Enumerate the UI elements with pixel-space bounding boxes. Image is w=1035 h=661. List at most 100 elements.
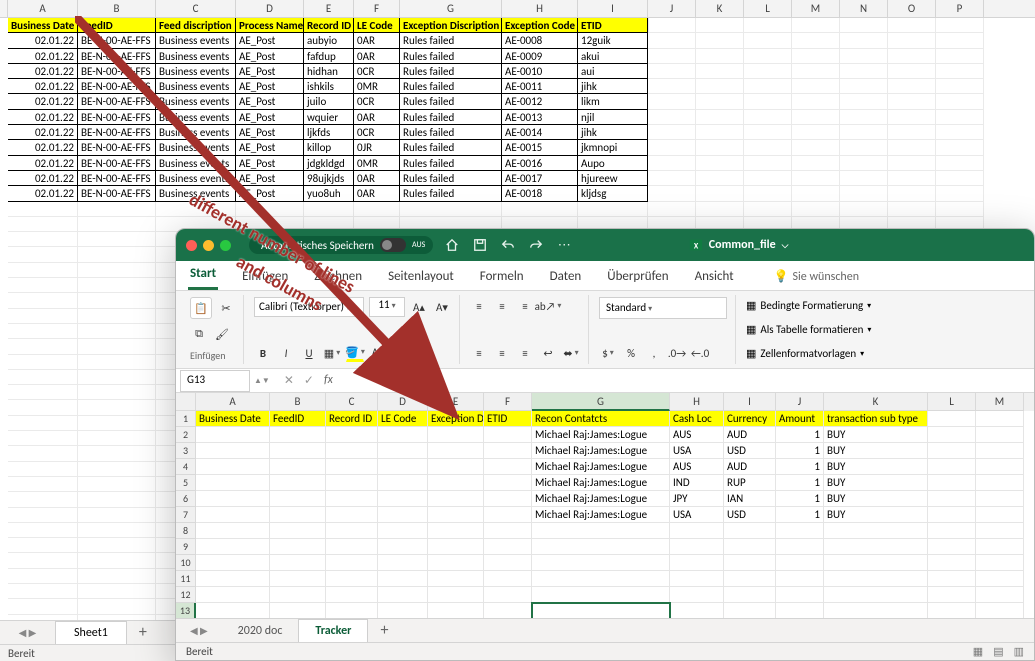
fg-header-cell[interactable]: ETID <box>484 411 532 427</box>
bg-cell[interactable]: jdgkldgd <box>304 156 354 171</box>
pagelayout-view-icon[interactable]: ▤ <box>993 645 1003 658</box>
fx-icon[interactable]: fx <box>324 373 333 388</box>
fg-cell[interactable] <box>378 603 428 619</box>
fg-cell[interactable]: IAN <box>724 491 776 507</box>
bg-col-G[interactable]: G <box>400 0 502 17</box>
namebox-dd-icon[interactable]: ▲▼ <box>250 376 274 386</box>
bg-cell[interactable]: 02.01.22 <box>8 140 78 155</box>
bg-col-F[interactable]: F <box>354 0 400 17</box>
bg-cell[interactable]: Business events <box>156 64 236 79</box>
bg-header-cell[interactable]: Process Name <box>236 18 304 33</box>
fg-cell[interactable] <box>270 523 326 539</box>
inc-decimal-icon[interactable]: .0→ <box>668 344 686 362</box>
ribbon-tab-ansicht[interactable]: Ansicht <box>693 263 736 290</box>
bold-button[interactable]: B <box>254 344 272 362</box>
fg-cell[interactable] <box>484 523 532 539</box>
bg-cell[interactable]: BE-N-00-AE-FFS <box>78 156 156 171</box>
fg-rowhdr[interactable]: 1 <box>176 411 196 427</box>
fg-cell[interactable] <box>270 427 326 443</box>
fg-cell[interactable] <box>928 443 976 459</box>
fg-cell[interactable] <box>824 555 928 571</box>
fg-cell[interactable] <box>670 587 724 603</box>
comma-icon[interactable]: , <box>645 344 663 362</box>
format-painter-icon[interactable]: 🖌 <box>213 325 231 343</box>
fg-rowhdr[interactable]: 5 <box>176 475 196 491</box>
bg-cell[interactable]: AE-0018 <box>502 186 578 201</box>
fg-cell[interactable] <box>270 491 326 507</box>
fg-rowhdr[interactable]: 2 <box>176 427 196 443</box>
bg-cell[interactable]: Rules failed <box>400 94 502 109</box>
bg-cell[interactable]: likm <box>578 94 648 109</box>
cancel-icon[interactable]: ✕ <box>284 373 294 388</box>
bg-cell[interactable]: Business events <box>156 186 236 201</box>
fg-col-D[interactable]: D <box>378 393 428 411</box>
fg-cell[interactable] <box>196 475 270 491</box>
bg-col-N[interactable]: N <box>840 0 888 17</box>
fg-cell[interactable] <box>484 587 532 603</box>
fg-cell[interactable] <box>776 587 824 603</box>
bg-cell[interactable]: fafdup <box>304 49 354 64</box>
fg-cell[interactable] <box>484 427 532 443</box>
bg-cell[interactable]: BE-N-00-AE-FFS <box>78 125 156 140</box>
ribbon-tab-daten[interactable]: Daten <box>548 263 584 290</box>
bg-cell[interactable]: AE-0009 <box>502 49 578 64</box>
decrease-font-icon[interactable]: A▾ <box>433 298 451 316</box>
fg-cell[interactable] <box>326 459 378 475</box>
bg-cell[interactable]: 02.01.22 <box>8 94 78 109</box>
fg-cell[interactable] <box>776 523 824 539</box>
bg-cell[interactable]: yuo8uh <box>304 186 354 201</box>
fg-cell[interactable]: 1 <box>776 491 824 507</box>
bg-cell[interactable]: AE_Post <box>236 110 304 125</box>
fg-col-I[interactable]: I <box>724 393 776 411</box>
fg-cell[interactable]: BUY <box>824 491 928 507</box>
name-box[interactable]: G13 <box>180 370 250 392</box>
fg-cell[interactable] <box>928 555 976 571</box>
bg-add-sheet[interactable]: + <box>131 623 155 643</box>
fg-cell[interactable] <box>484 491 532 507</box>
fg-cell[interactable] <box>824 539 928 555</box>
fg-cell[interactable] <box>428 491 484 507</box>
fg-cell[interactable] <box>976 459 1024 475</box>
fg-cell[interactable] <box>270 443 326 459</box>
bg-cell[interactable]: 0CR <box>354 94 400 109</box>
fg-col-G[interactable]: G <box>532 393 670 411</box>
bg-cell[interactable]: jkmnopi <box>578 140 648 155</box>
bg-cell[interactable]: AE_Post <box>236 49 304 64</box>
bg-cell[interactable]: AE-0013 <box>502 110 578 125</box>
bg-cell[interactable]: BE-N-00-AE-FFS <box>78 140 156 155</box>
fg-cell[interactable] <box>270 459 326 475</box>
fg-cell[interactable] <box>326 523 378 539</box>
bg-cell[interactable]: AE_Post <box>236 125 304 140</box>
bg-cell[interactable]: wquier <box>304 110 354 125</box>
bg-cell[interactable]: 0AR <box>354 33 400 48</box>
fg-cell[interactable] <box>532 571 670 587</box>
undo-icon[interactable] <box>499 236 517 254</box>
bg-col-I[interactable]: I <box>578 0 648 17</box>
view-shortcuts[interactable]: ▦▤▥ <box>973 645 1024 658</box>
fg-header-cell[interactable]: Record ID <box>326 411 378 427</box>
fg-cell[interactable] <box>270 555 326 571</box>
bg-header-cell[interactable]: ETID <box>578 18 648 33</box>
fg-col-B[interactable]: B <box>270 393 326 411</box>
bg-cell[interactable]: AE-0014 <box>502 125 578 140</box>
fg-cell[interactable]: 1 <box>776 443 824 459</box>
fg-cell[interactable] <box>484 539 532 555</box>
fg-cell[interactable] <box>270 507 326 523</box>
fg-col-M[interactable]: M <box>976 393 1024 411</box>
bg-cell[interactable]: BE-N-00-AE-FFS <box>78 79 156 94</box>
fg-cell[interactable] <box>196 443 270 459</box>
bg-cell[interactable]: 02.01.22 <box>8 110 78 125</box>
bg-header-cell[interactable]: Record ID <box>304 18 354 33</box>
bg-cell[interactable]: Business events <box>156 33 236 48</box>
bg-cell[interactable]: juilo <box>304 94 354 109</box>
align-top-icon[interactable]: ≡ <box>470 297 488 315</box>
bg-cell[interactable]: Aupo <box>578 156 648 171</box>
bg-header-cell[interactable]: Feed discription <box>156 18 236 33</box>
home-icon[interactable] <box>443 236 461 254</box>
bg-col-P[interactable]: P <box>936 0 984 17</box>
bg-cell[interactable]: AE_Post <box>236 156 304 171</box>
bg-cell[interactable]: BE-N-00-AE-FFS <box>78 171 156 186</box>
fg-cell[interactable] <box>196 523 270 539</box>
fg-cell[interactable]: AUD <box>724 427 776 443</box>
fg-cell[interactable] <box>484 507 532 523</box>
